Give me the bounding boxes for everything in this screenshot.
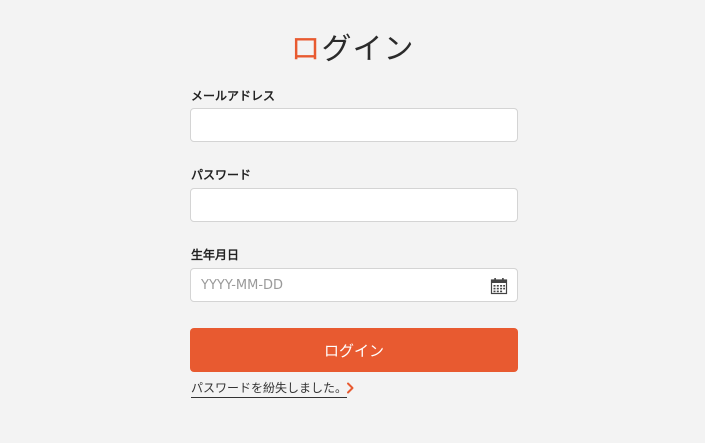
email-field[interactable] [191, 109, 517, 141]
login-page: ログイン メールアドレス パスワード 生年月日 YYYY-MM-DD ログイン … [0, 0, 705, 443]
birthdate-field[interactable] [191, 269, 517, 301]
login-button[interactable]: ログイン [190, 328, 518, 372]
email-label: メールアドレス [191, 89, 276, 103]
birthdate-field-box [190, 268, 518, 302]
title-accent: ロ [290, 32, 322, 67]
forgot-password-link[interactable]: パスワードを紛失しました。 [191, 380, 348, 398]
email-field-box [190, 108, 518, 142]
password-field-box [190, 188, 518, 222]
title-rest: グイン [321, 32, 415, 67]
password-label: パスワード [191, 168, 252, 182]
password-field[interactable] [191, 189, 517, 221]
birthdate-label: 生年月日 [191, 248, 240, 262]
calendar-icon[interactable] [490, 277, 508, 295]
chevron-right-icon[interactable] [345, 381, 355, 395]
page-title: ログイン [0, 30, 705, 70]
